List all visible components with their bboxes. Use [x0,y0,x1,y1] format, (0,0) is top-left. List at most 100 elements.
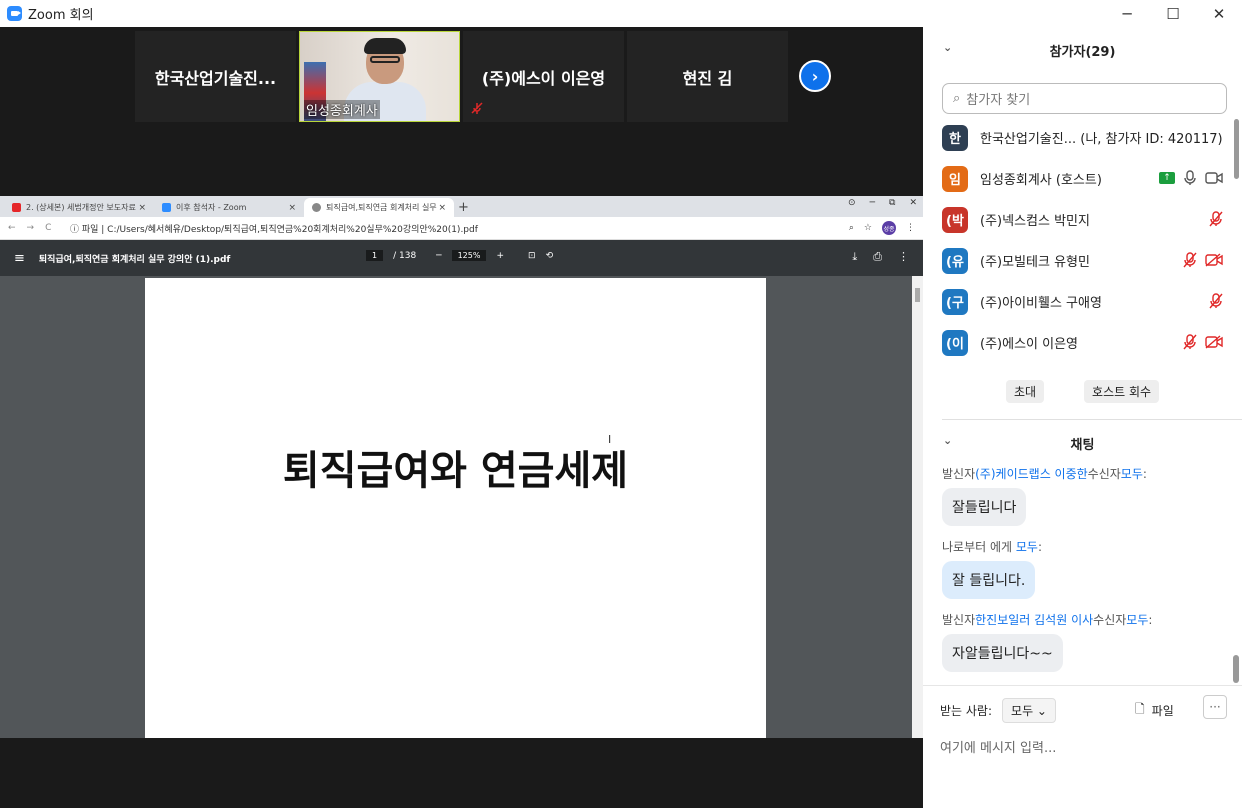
participants-header: ⌄ 참가자(29) [923,27,1242,73]
browser-tab-strip: 2. (상세본) 세법개정안 보도자료 × 이후 참석자 - Zoom × 퇴직… [0,196,923,217]
chat-scrollbar[interactable] [1233,655,1239,683]
participant-name: 한국산업기술진... (나, 참가자 ID: 420117) [980,132,1223,147]
browser-tab-active[interactable]: 퇴직급여,퇴직연금 회계처리 실무 × [304,198,454,217]
zoom-search-icon[interactable]: ⌕ [849,223,854,233]
participant-scrollbar[interactable] [1234,119,1239,179]
participant-row[interactable]: (이 (주)에스이 이은영 [923,322,1233,363]
recipient-select[interactable]: 모두 ⌄ [1002,698,1056,723]
new-tab-button[interactable]: + [458,200,469,215]
title-bar: Zoom 회의 ─ ☐ ✕ [0,0,1242,27]
reload-icon[interactable]: C [45,223,51,233]
video-tile[interactable]: (주)에스이 이은영 [463,31,624,122]
avatar: (이 [942,329,968,356]
tab-close-icon[interactable]: × [438,203,446,213]
tab-favicon-icon [312,203,321,212]
browser-window-controls: ⊙ ─ ⧉ ✕ [848,198,917,208]
message-bubble[interactable]: 잘 들립니다. [942,561,1036,599]
pdf-scrollbar[interactable] [912,276,923,738]
participant-actions: 초대 호스트 회수 [923,380,1242,403]
chat-message: 발신자(주)케이드랩스 이중한수신자모두: 잘들립니다 [923,465,1242,526]
participant-row[interactable]: 임 임성종회계사 (호스트) ↑ [923,158,1233,199]
maximize-button[interactable]: ☐ [1150,0,1196,27]
participant-search-input[interactable]: ⌕ 참가자 찾기 [942,83,1227,114]
participant-name: (주)에스이 이은영 [481,68,606,88]
message-bubble[interactable]: 잘들립니다 [942,488,1027,526]
zoom-out-button[interactable]: ─ [436,251,441,261]
search-placeholder: 참가자 찾기 [966,93,1031,108]
browser-menu-icon[interactable]: ⋮ [906,223,915,233]
chat-messages: 발신자(주)케이드랩스 이중한수신자모두: 잘들립니다 나로부터 에게 모두: … [923,465,1242,685]
recipient-label: 받는 사람: [940,704,993,718]
tab-close-icon[interactable]: × [138,203,146,213]
fit-page-icon[interactable]: ⊡ [528,251,536,261]
mic-muted-icon [1183,252,1197,268]
tab-close-icon[interactable]: × [288,203,296,213]
pdf-viewer: 퇴직급여와 연금세제 I [0,276,923,738]
browser-minimize-button[interactable]: ─ [870,198,875,208]
profile-avatar[interactable]: 성종 [882,221,896,235]
mic-muted-icon [471,102,483,114]
avatar: 한 [942,124,968,151]
chat-compose: 받는 사람: 모두 ⌄ 🗋 파일 ··· 여기에 메시지 입력... [923,685,1242,808]
bookmark-star-icon[interactable]: ☆ [864,223,872,233]
participant-row[interactable]: 한 한국산업기술진... (나, 참가자 ID: 420117) [923,117,1233,158]
participant-name: 현진 김 [682,68,733,88]
participant-name: 임성종회계사 (호스트) [980,173,1102,188]
video-tile[interactable]: 현진 김 [627,31,788,122]
side-panel: ⌄ 참가자(29) ⌕ 참가자 찾기 한 한국산업기술진... (나, 참가자 … [923,27,1242,808]
avatar: (박 [942,206,968,233]
mic-muted-icon [1183,334,1197,350]
chat-message-input[interactable]: 여기에 메시지 입력... [923,737,1242,756]
pdf-page-zoom-controls: 1 / 138 ─ 125% + ⊡ ⟲ [366,250,553,261]
next-page-arrow-icon[interactable]: › [799,60,831,92]
pdf-title: 퇴직급여,퇴직연금 회계처리 실무 강의안 (1).pdf [38,254,231,265]
pdf-more-icon[interactable]: ⋮ [898,250,909,264]
message-bubble[interactable]: 자알들립니다~~ [942,634,1063,672]
close-button[interactable]: ✕ [1196,0,1242,27]
video-tile[interactable]: 한국산업기술진... [135,31,296,122]
rotate-icon[interactable]: ⟲ [546,251,554,261]
more-options-button[interactable]: ··· [1203,695,1227,719]
window-controls: ─ ☐ ✕ [1104,0,1242,27]
url-field[interactable]: ⓘ 파일 | C:/Users/혜서혜유/Desktop/퇴직급여,퇴직연금%2… [70,222,849,235]
mic-icon [1184,170,1196,185]
file-button[interactable]: 🗋 파일 [1135,700,1174,721]
mic-muted-icon [1209,293,1223,309]
zoom-level-input[interactable]: 125% [451,250,487,261]
participant-status [1183,252,1223,268]
reclaim-host-button[interactable]: 호스트 회수 [1084,380,1160,403]
active-speaker-tile[interactable]: 임성종회계사 [299,31,460,122]
pdf-page: 퇴직급여와 연금세제 I [145,278,766,738]
participant-row[interactable]: (박 (주)넥스컴스 박민지 [923,199,1233,240]
browser-restore-button[interactable]: ⧉ [889,198,895,208]
page-number-input[interactable]: 1 [366,250,384,261]
mic-muted-icon [1209,211,1223,227]
browser-profile-icon[interactable]: ⊙ [848,198,856,208]
participant-status [1209,293,1223,309]
pdf-heading: 퇴직급여와 연금세제 [282,447,629,494]
collapse-chevron-icon[interactable]: ⌄ [943,41,952,54]
forward-arrow-icon[interactable]: → [27,223,35,233]
file-label: 파일 [1151,704,1174,718]
video-thumbnail-strip: 한국산업기술진... 임성종회계사 (주)에스이 이은영 현진 김 [135,31,788,122]
participant-name: 임성종회계사 [304,100,380,119]
collapse-chevron-icon[interactable]: ⌄ [943,434,952,447]
pdf-menu-icon[interactable]: ≡ [14,251,25,266]
tab-favicon-icon [162,203,171,212]
zoom-in-button[interactable]: + [496,251,504,261]
participant-name: (주)넥스컴스 박민지 [980,214,1090,229]
download-icon[interactable]: ⤓ [852,250,857,264]
participant-row[interactable]: (유 (주)모빌테크 유형민 [923,240,1233,281]
minimize-button[interactable]: ─ [1104,0,1150,27]
browser-tab[interactable]: 이후 참석자 - Zoom × [154,198,304,217]
print-icon[interactable]: ⎙ [873,250,882,264]
zoom-logo-icon [7,6,22,21]
invite-button[interactable]: 초대 [1005,380,1045,403]
participant-name: (주)아이비휄스 구애영 [980,296,1102,311]
participant-row[interactable]: (구 (주)아이비휄스 구애영 [923,281,1233,322]
browser-close-button[interactable]: ✕ [909,198,917,208]
back-arrow-icon[interactable]: ← [8,223,16,233]
browser-tab[interactable]: 2. (상세본) 세법개정안 보도자료 × [4,198,154,217]
chat-header: ⌄ 채팅 [923,420,1242,466]
message-meta: 나로부터 에게 모두: [942,540,1043,554]
